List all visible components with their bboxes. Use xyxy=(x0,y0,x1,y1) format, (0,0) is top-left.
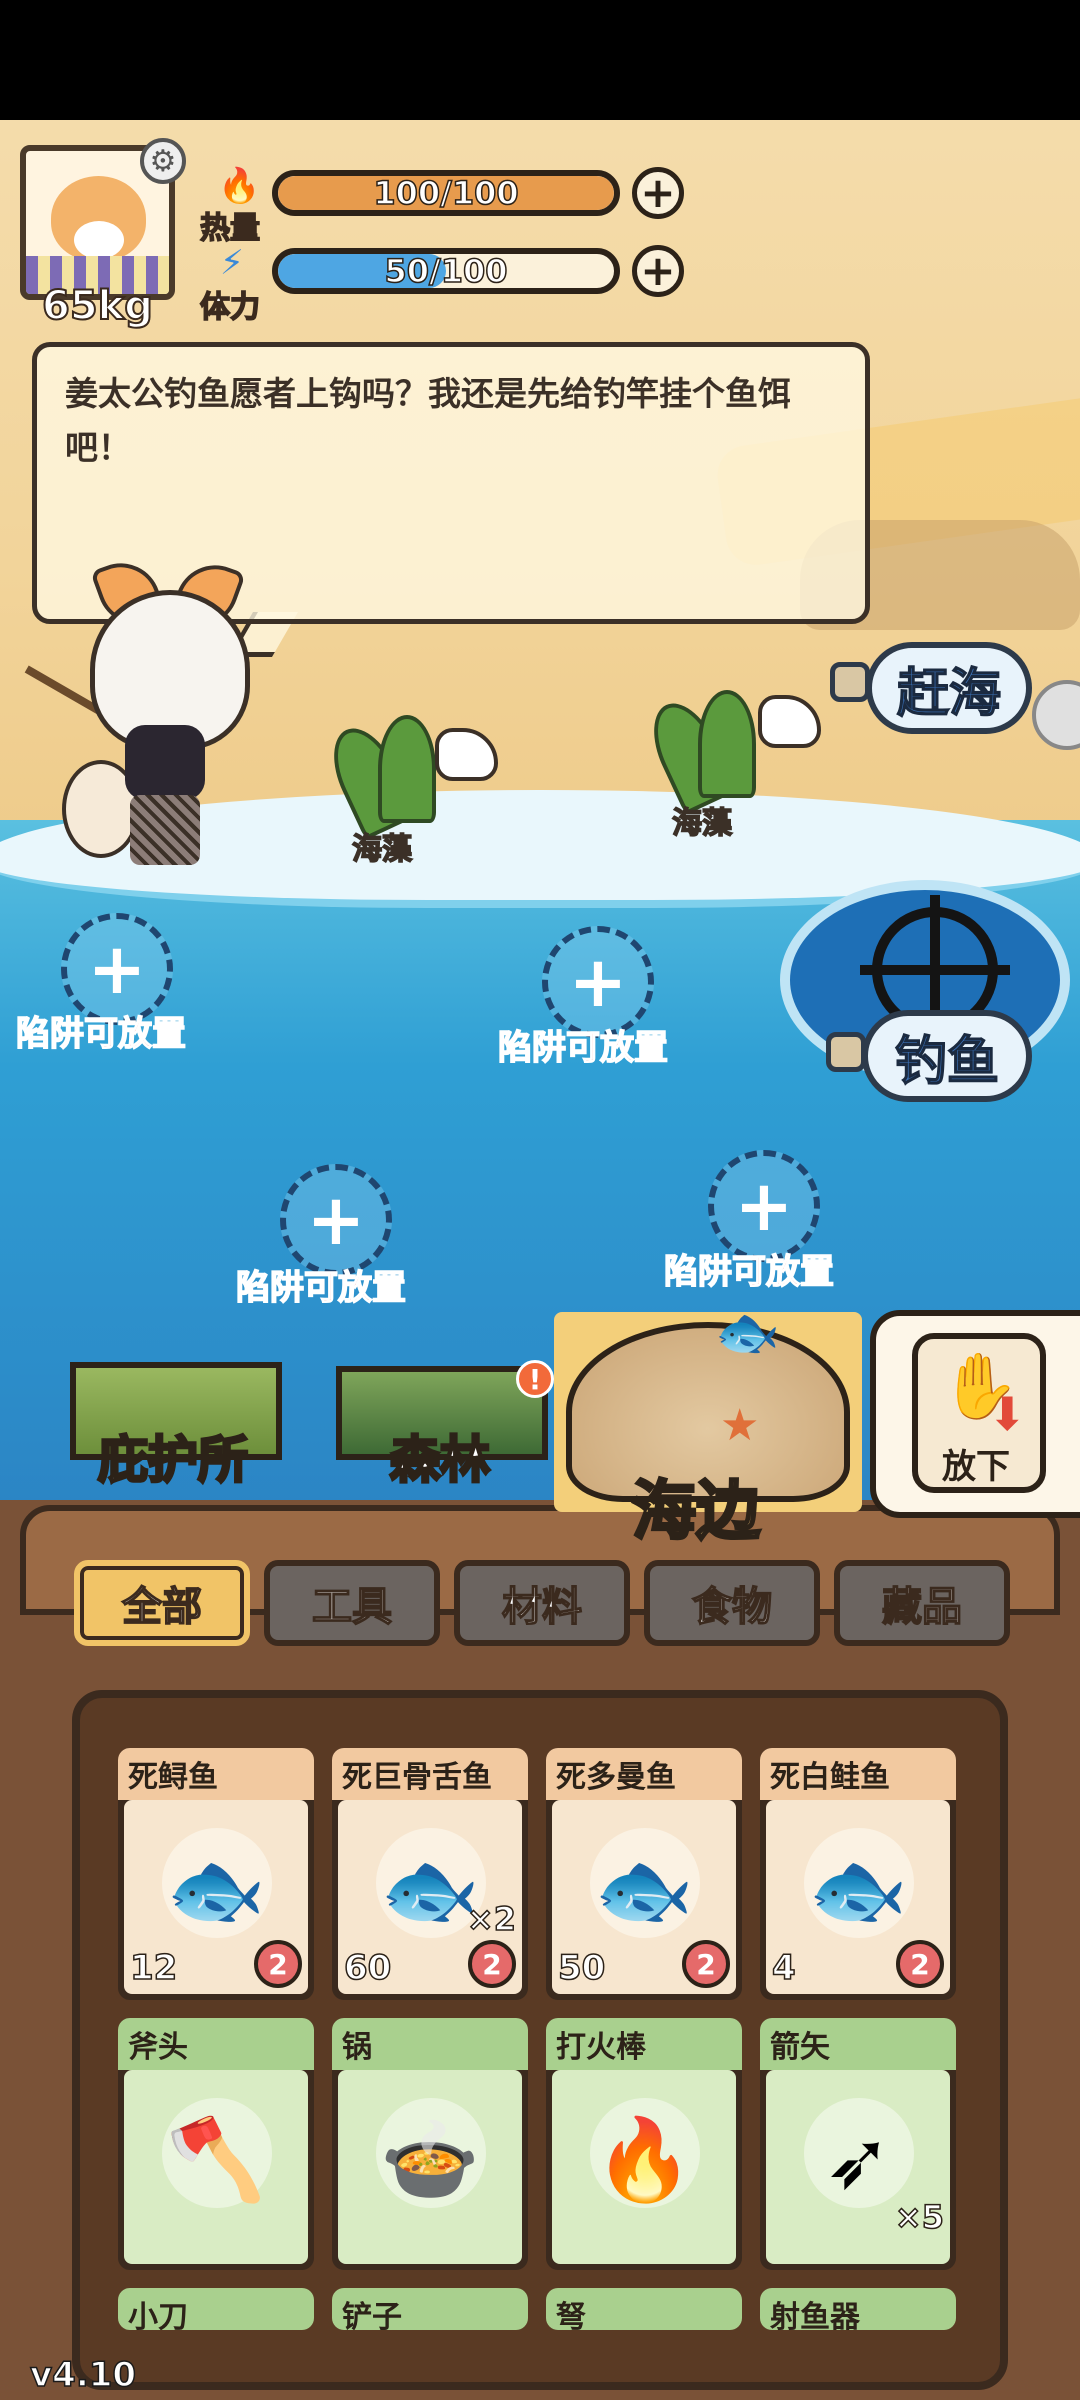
tab-tools[interactable]: 工具 xyxy=(264,1560,440,1646)
item-count: 4 xyxy=(771,1947,796,1989)
starfish-icon: ★ xyxy=(720,1400,760,1451)
weight-label: 65kg xyxy=(41,282,154,330)
seaweed-leaf xyxy=(698,690,756,798)
item-name: 死多曼鱼 xyxy=(546,1748,742,1800)
stamina-bar: 50/100 xyxy=(272,248,620,294)
item-name: 弩 xyxy=(546,2288,742,2330)
spoil-timer-badge: 2 xyxy=(468,1940,516,1988)
add-heat-button[interactable]: + xyxy=(632,167,684,219)
spoil-timer-badge: 2 xyxy=(896,1940,944,1988)
drop-button[interactable]: ✋ ⬇ 放下 xyxy=(912,1333,1046,1493)
location-forest-label: 森林 xyxy=(389,1430,492,1491)
tab-materials[interactable]: 材料 xyxy=(454,1560,630,1646)
heat-label: 热量 xyxy=(199,210,261,247)
speech-bubble[interactable]: 姜太公钓鱼愿者上钩吗？我还是先给钓竿挂个鱼饵吧！ xyxy=(32,342,870,624)
seaweed-2[interactable] xyxy=(639,685,821,816)
item-card[interactable]: 弩 xyxy=(546,2288,742,2330)
heat-icon: 🔥 xyxy=(218,166,261,206)
version-label: v4.10 xyxy=(29,2354,137,2396)
item-name: 射鱼器 xyxy=(760,2288,956,2330)
item-count: 50 xyxy=(557,1947,606,1989)
character-legs xyxy=(130,795,200,865)
speech-text: 姜太公钓鱼愿者上钩吗？我还是先给钓竿挂个鱼饵吧！ xyxy=(65,374,791,467)
seaweed-1[interactable] xyxy=(319,710,498,841)
stamina-label: 体力 xyxy=(199,289,261,326)
fish-icon: 🐟 xyxy=(715,1303,780,1363)
gather-beach-button[interactable]: 赶海 xyxy=(866,642,1032,734)
item-name: 死巨骨舌鱼 xyxy=(332,1748,528,1800)
drop-label: 放下 xyxy=(942,1447,1010,1487)
item-multiplier: ×5 xyxy=(894,2197,945,2237)
location-shelter-label: 庇护所 xyxy=(97,1430,250,1491)
dead-arapaima-icon: 🐟 xyxy=(380,1843,480,1936)
spoil-timer-badge: 2 xyxy=(254,1940,302,1988)
item-card[interactable]: 斧头 🪓 xyxy=(118,2018,314,2270)
arrow-down-icon: ⬇ xyxy=(988,1387,1027,1441)
heat-value: 100/100 xyxy=(373,174,520,212)
item-name: 斧头 xyxy=(118,2018,314,2070)
axe-icon: 🪓 xyxy=(166,2113,266,2206)
item-name: 死鲟鱼 xyxy=(118,1748,314,1800)
trap-slot-3-label: 陷阱可放置 xyxy=(235,1267,407,1309)
pot-icon: 🍲 xyxy=(380,2113,480,2206)
character-body xyxy=(125,725,205,800)
location-beach-label: 海边 xyxy=(631,1474,762,1551)
item-card[interactable]: 死巨骨舌鱼 🐟 ×2 60 2 xyxy=(332,1748,528,2000)
item-name: 小刀 xyxy=(118,2288,314,2330)
trap-slot-2-label: 陷阱可放置 xyxy=(497,1027,669,1069)
item-card[interactable]: 铲子 xyxy=(332,2288,528,2330)
tab-food[interactable]: 食物 xyxy=(644,1560,820,1646)
stamina-value: 50/100 xyxy=(384,252,509,290)
item-count: 12 xyxy=(129,1947,178,1989)
trap-slot-4-label: 陷阱可放置 xyxy=(663,1251,835,1293)
item-name: 铲子 xyxy=(332,2288,528,2330)
heat-bar: 100/100 xyxy=(272,170,620,216)
item-name: 锅 xyxy=(332,2018,528,2070)
dead-dorado-icon: 🐟 xyxy=(594,1843,694,1936)
trap-slot-1-label: 陷阱可放置 xyxy=(15,1013,187,1055)
item-card[interactable]: 箭矢 ➶ ×5 xyxy=(760,2018,956,2270)
dead-whitefish-icon: 🐟 xyxy=(808,1843,908,1936)
fishing-button[interactable]: 钓鱼 xyxy=(862,1010,1032,1102)
item-card[interactable]: 小刀 xyxy=(118,2288,314,2330)
item-card[interactable]: 打火棒 🔥 xyxy=(546,2018,742,2270)
fire-starter-icon: 🔥 xyxy=(594,2113,694,2206)
forest-alert-badge: ! xyxy=(516,1360,554,1398)
item-count: 60 xyxy=(343,1947,392,1989)
item-name: 箭矢 xyxy=(760,2018,956,2070)
stamina-icon: ⚡ xyxy=(220,243,244,283)
item-card[interactable]: 死鲟鱼 🐟 12 2 xyxy=(118,1748,314,2000)
item-card[interactable]: 死白鲑鱼 🐟 4 2 xyxy=(760,1748,956,2000)
bottle-cork-icon xyxy=(830,662,870,702)
bottle-cork-icon xyxy=(826,1032,866,1072)
item-name: 死白鲑鱼 xyxy=(760,1748,956,1800)
tab-all[interactable]: 全部 xyxy=(74,1560,250,1646)
spoil-timer-badge: 2 xyxy=(682,1940,730,1988)
seaweed-1-label: 海藻 xyxy=(351,831,413,868)
item-card[interactable]: 射鱼器 xyxy=(760,2288,956,2330)
seaweed-leaf xyxy=(378,715,436,823)
item-multiplier: ×2 xyxy=(466,1899,517,1939)
dog-muzzle xyxy=(74,221,124,259)
settings-gear-icon[interactable]: ⚙ xyxy=(140,138,186,184)
add-stamina-button[interactable]: + xyxy=(632,245,684,297)
tab-collectibles[interactable]: 藏品 xyxy=(834,1560,1010,1646)
item-card[interactable]: 锅 🍲 xyxy=(332,2018,528,2270)
item-name: 打火棒 xyxy=(546,2018,742,2070)
item-card[interactable]: 死多曼鱼 🐟 50 2 xyxy=(546,1748,742,2000)
dead-sturgeon-icon: 🐟 xyxy=(166,1843,266,1936)
seaweed-2-label: 海藻 xyxy=(671,805,733,842)
